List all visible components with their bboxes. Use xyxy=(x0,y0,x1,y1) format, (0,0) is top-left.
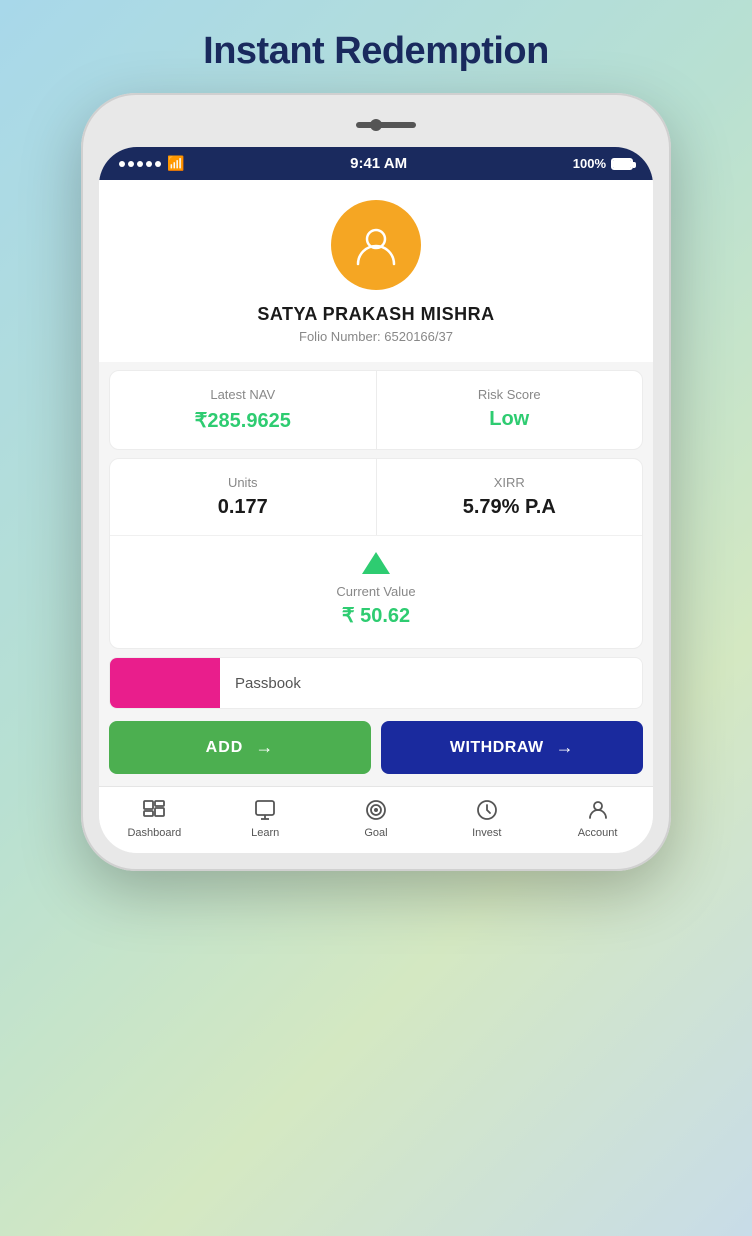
nav-value: ₹285.9625 xyxy=(195,408,291,433)
risk-value: Low xyxy=(489,408,529,431)
risk-label: Risk Score xyxy=(478,387,541,402)
current-value-section: Current Value ₹ 50.62 xyxy=(110,536,642,648)
signal-dot xyxy=(146,161,152,167)
nav-label-learn: Learn xyxy=(251,827,279,839)
phone-camera xyxy=(370,119,382,131)
learn-icon xyxy=(252,797,278,823)
phone-screen: 📶 9:41 AM 100% SATYA PRAKASH M xyxy=(99,147,653,853)
user-icon xyxy=(353,222,399,268)
nav-label-account: Account xyxy=(578,827,618,839)
invest-icon xyxy=(474,797,500,823)
current-value-amount: ₹ 50.62 xyxy=(342,603,410,628)
folio-number: Folio Number: 6520166/37 xyxy=(299,329,453,344)
nav-label: Latest NAV xyxy=(210,387,275,402)
units-row: Units 0.177 XIRR 5.79% P.A xyxy=(110,459,642,536)
content-area: SATYA PRAKASH MISHRA Folio Number: 65201… xyxy=(99,180,653,853)
phone-speaker xyxy=(356,122,416,128)
user-name: SATYA PRAKASH MISHRA xyxy=(257,304,494,325)
status-bar: 📶 9:41 AM 100% xyxy=(99,147,653,180)
risk-stat: Risk Score Low xyxy=(377,371,643,449)
goal-icon xyxy=(363,797,389,823)
signal-dots xyxy=(119,161,161,167)
status-time: 9:41 AM xyxy=(350,155,407,172)
avatar-section: SATYA PRAKASH MISHRA Folio Number: 65201… xyxy=(99,180,653,362)
battery-icon xyxy=(611,158,633,170)
nav-label-goal: Goal xyxy=(364,827,387,839)
units-value: 0.177 xyxy=(218,496,268,519)
xirr-value: 5.79% P.A xyxy=(463,496,556,519)
signal-dot xyxy=(137,161,143,167)
nav-item-invest[interactable]: Invest xyxy=(457,797,517,839)
phone-top-bar xyxy=(99,111,653,139)
avatar xyxy=(331,200,421,290)
nav-label-dashboard: Dashboard xyxy=(127,827,181,839)
triangle-up-icon xyxy=(362,552,390,574)
nav-label-invest: Invest xyxy=(472,827,501,839)
signal-dot xyxy=(128,161,134,167)
nav-item-dashboard[interactable]: Dashboard xyxy=(124,797,184,839)
nav-stat: Latest NAV ₹285.9625 xyxy=(110,371,377,449)
page-title: Instant Redemption xyxy=(203,30,549,73)
action-buttons: ADD → WITHDRAW → xyxy=(99,721,653,786)
add-arrow-icon: → xyxy=(255,737,274,758)
signal-dot xyxy=(119,161,125,167)
withdraw-button[interactable]: WITHDRAW → xyxy=(381,721,643,774)
units-stat: Units 0.177 xyxy=(110,459,377,535)
xirr-label: XIRR xyxy=(494,475,525,490)
status-right: 100% xyxy=(573,156,633,171)
withdraw-arrow-icon: → xyxy=(556,737,575,758)
current-value-label: Current Value xyxy=(336,584,415,599)
battery-text: 100% xyxy=(573,156,606,171)
nav-item-learn[interactable]: Learn xyxy=(235,797,295,839)
passbook-label: Passbook xyxy=(220,675,301,692)
bottom-nav: Dashboard Learn xyxy=(99,786,653,853)
dashboard-icon xyxy=(141,797,167,823)
signal-dot xyxy=(155,161,161,167)
phone-frame: 📶 9:41 AM 100% SATYA PRAKASH M xyxy=(81,93,671,871)
nav-item-goal[interactable]: Goal xyxy=(346,797,406,839)
status-left: 📶 xyxy=(119,155,184,172)
stats-card: Latest NAV ₹285.9625 Risk Score Low xyxy=(109,370,643,450)
battery-fill xyxy=(613,160,631,168)
xirr-stat: XIRR 5.79% P.A xyxy=(377,459,643,535)
units-label: Units xyxy=(228,475,258,490)
nav-item-account[interactable]: Account xyxy=(568,797,628,839)
account-icon xyxy=(585,797,611,823)
passbook-pink-section xyxy=(110,658,220,708)
add-button[interactable]: ADD → xyxy=(109,721,371,774)
units-card: Units 0.177 XIRR 5.79% P.A Current Value… xyxy=(109,458,643,649)
passbook-bar[interactable]: Passbook xyxy=(109,657,643,709)
wifi-icon: 📶 xyxy=(167,155,184,172)
